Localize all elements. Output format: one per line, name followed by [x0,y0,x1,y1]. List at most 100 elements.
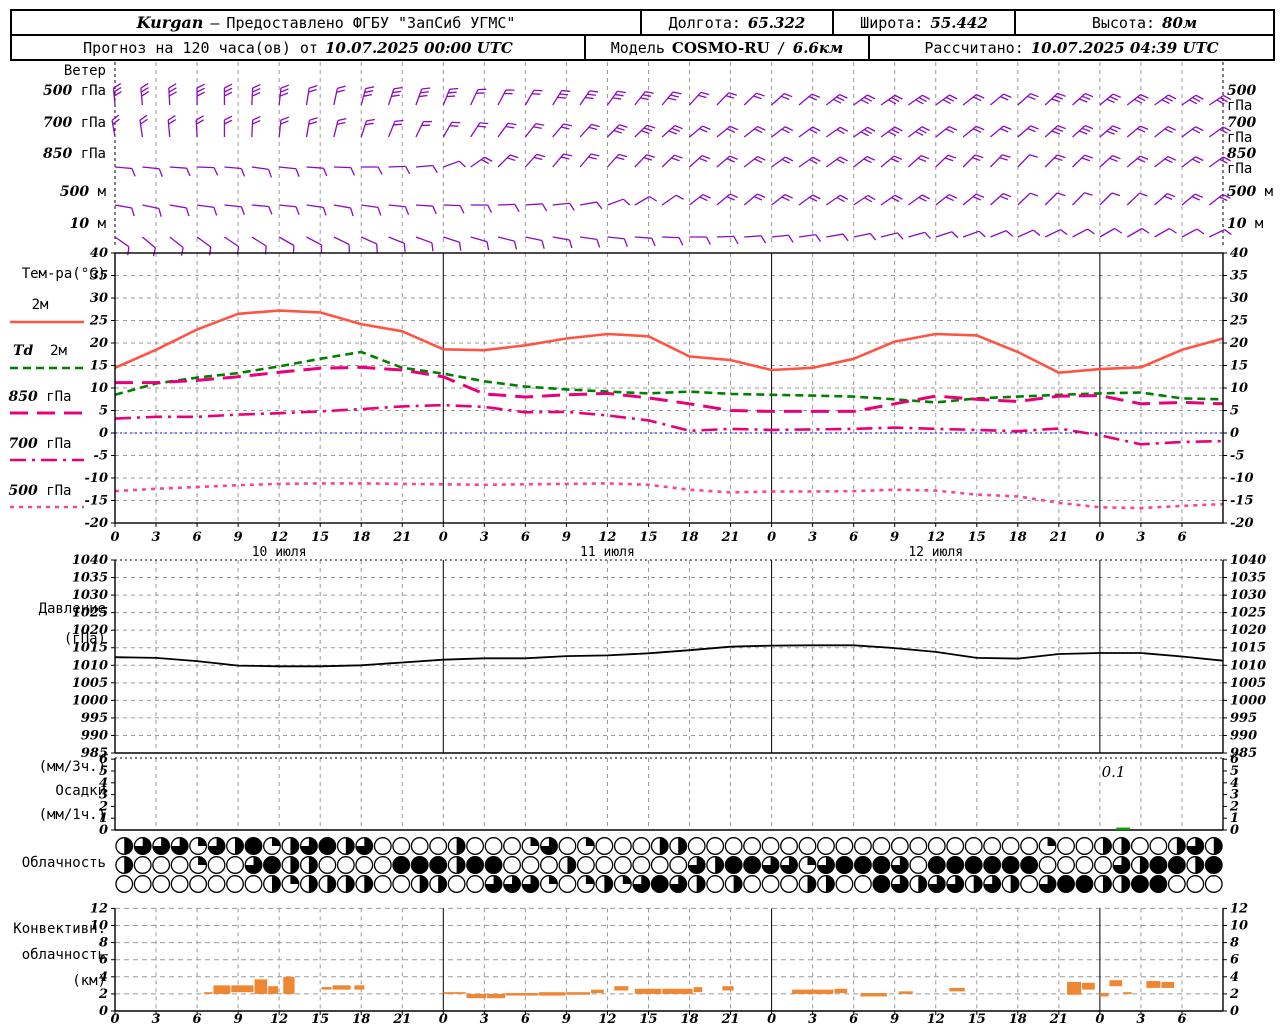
temperature-panel: -20 -20 -15 -15 -10 -10 -5 -5 0 0 5 5 10 10 15 15 20 20 25… [10,246,1254,560]
conv-bar [722,986,734,991]
svg-text:11 июля: 11 июля [580,545,635,560]
meteogram-plot: -20 -20-15 -15-10 -10-5 -50 05 510 1015 1520 2025… [10,62,1266,1024]
svg-text:25: 25 [1229,314,1248,329]
svg-text:6: 6 [849,530,858,545]
svg-text:0: 0 [99,1004,108,1019]
svg-text:5: 5 [99,404,108,419]
svg-text:2: 2 [98,987,108,1002]
svg-text:1040: 1040 [72,553,108,568]
svg-text:9: 9 [562,530,571,545]
svg-text:-15: -15 [85,494,109,509]
svg-text:3: 3 [1136,1012,1145,1024]
svg-text:3: 3 [152,1012,161,1024]
svg-text:0: 0 [1230,426,1239,441]
svg-text:15: 15 [968,1012,986,1024]
pressure-curve [114,644,1224,668]
svg-text:990: 990 [1230,728,1257,743]
conv-bar [591,989,604,994]
wind-barbs-row-5 [114,227,1232,257]
cloud-row-2 [115,856,1223,874]
svg-text:1000: 1000 [1230,693,1266,708]
wind-level-label-850hpa-right: 850 гПа [1227,146,1257,177]
conv-bar [254,979,268,994]
svg-text:0: 0 [99,426,108,441]
svg-text:6: 6 [193,1012,202,1024]
svg-text:995: 995 [81,711,108,726]
svg-text:1005: 1005 [1230,676,1266,691]
svg-text:15: 15 [1230,359,1248,374]
svg-text:21: 21 [1049,1012,1068,1024]
cloud-panel [115,837,1223,893]
conv-bar [614,986,629,991]
conv-panel-unit: (км) [72,973,106,989]
conv-bar [487,993,506,999]
svg-text:-20: -20 [1230,516,1254,531]
svg-text:12: 12 [927,530,945,545]
conv-bar [693,987,703,993]
svg-text:0: 0 [110,1012,119,1024]
conv-bar [466,993,487,999]
svg-text:1035: 1035 [72,571,108,586]
svg-text:12: 12 [90,901,108,916]
svg-text:10 июля: 10 июля [252,545,307,560]
svg-text:10: 10 [1230,919,1248,934]
wind-level-label-500hpa: 500 гПа [43,83,106,99]
svg-text:-10: -10 [1230,471,1254,486]
svg-text:18: 18 [352,530,370,545]
svg-text:-15: -15 [1230,494,1254,509]
wind-level-label-500hpa-right: 500 гПа [1227,83,1257,114]
svg-text:0: 0 [1095,530,1104,545]
svg-text:1010: 1010 [1230,658,1266,673]
conv-bar [1146,981,1161,988]
conv-bar [321,987,332,990]
precip-panel: 0 01 12 23 34 45 56 60.1 [98,752,1239,838]
svg-text:9: 9 [890,1012,899,1024]
svg-text:20: 20 [89,336,108,351]
svg-text:6: 6 [1177,530,1186,545]
svg-text:-10: -10 [85,471,109,486]
conv-panel: 0 02 24 46 68 810 1012 120 3 6 9 12 15 18 21 0 3 6 9 12 15 18… [90,901,1248,1024]
svg-text:21: 21 [1049,530,1068,545]
svg-text:30: 30 [1230,291,1248,306]
svg-text:6: 6 [1230,752,1239,767]
cloud-row-1 [115,837,1223,855]
conv-bar [860,993,887,997]
svg-text:21: 21 [721,530,740,545]
svg-text:12: 12 [927,1012,945,1024]
conv-bar [203,992,213,994]
svg-text:15: 15 [311,1012,329,1024]
conv-bar [354,985,365,990]
wind-panel [111,62,1232,257]
conv-bar [506,993,539,996]
svg-text:9: 9 [234,1012,243,1024]
meteogram-page: Kurgan — Предоставлено ФГБУ "ЗапСиб УГМС… [0,0,1280,1024]
svg-text:3: 3 [1136,530,1145,545]
svg-text:-20: -20 [85,516,109,531]
precip-panel-title: Осадки [55,783,106,799]
wind-level-label-500m-right: 500 м [1227,184,1274,200]
svg-text:40: 40 [90,246,108,261]
svg-text:21: 21 [392,1012,411,1024]
svg-text:6: 6 [1177,1012,1186,1024]
temp-series-3 [115,365,1224,413]
conv-bar [1109,980,1123,987]
svg-text:18: 18 [352,1012,370,1024]
conv-bar [231,985,254,993]
svg-text:15: 15 [90,359,108,374]
precip-unit-3h: (мм/3ч.) [38,759,106,775]
svg-text:9: 9 [890,530,899,545]
conv-bar [1067,981,1082,995]
temp-legend-2m: 2м [31,297,49,313]
svg-text:0: 0 [767,530,776,545]
svg-text:-5: -5 [94,449,108,464]
svg-text:21: 21 [392,530,411,545]
svg-text:4: 4 [1230,970,1239,985]
wind-barbs-row-3 [114,153,1231,178]
svg-text:3: 3 [480,530,489,545]
svg-text:12: 12 [270,1012,288,1024]
svg-text:15: 15 [311,530,329,545]
svg-text:8: 8 [1230,936,1239,951]
svg-text:6: 6 [521,530,530,545]
wind-level-label-700hpa-right: 700 гПа [1227,115,1257,146]
cloud-panel-title: Облачность [21,855,106,871]
